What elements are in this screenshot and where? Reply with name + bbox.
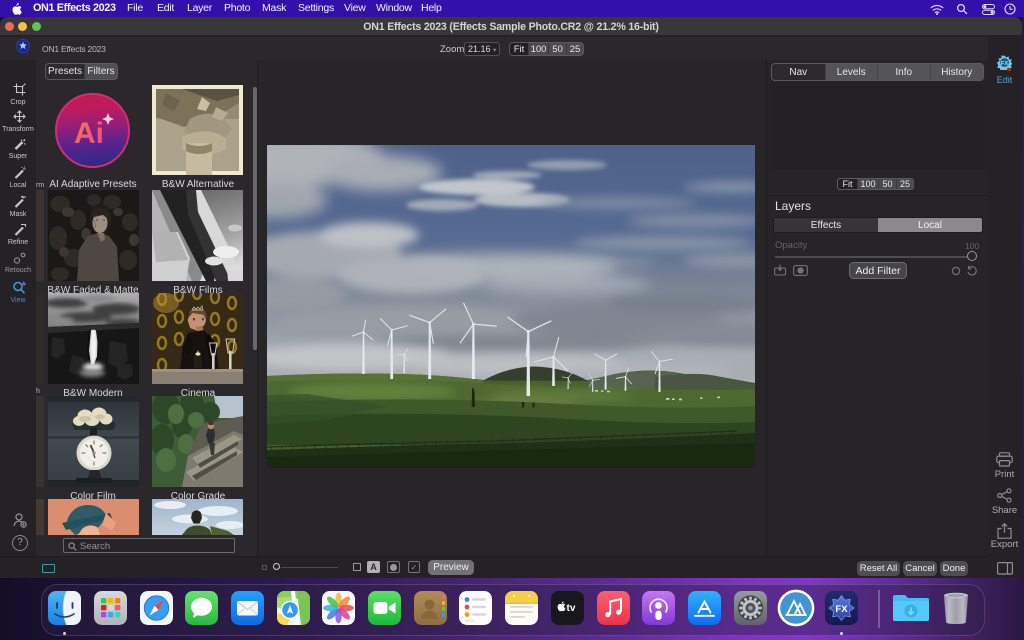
svg-text:FX: FX — [835, 604, 848, 615]
svg-text:FX: FX — [1001, 61, 1009, 67]
svg-text:tv: tv — [567, 603, 576, 614]
svg-text:Ai: Ai — [74, 117, 104, 150]
